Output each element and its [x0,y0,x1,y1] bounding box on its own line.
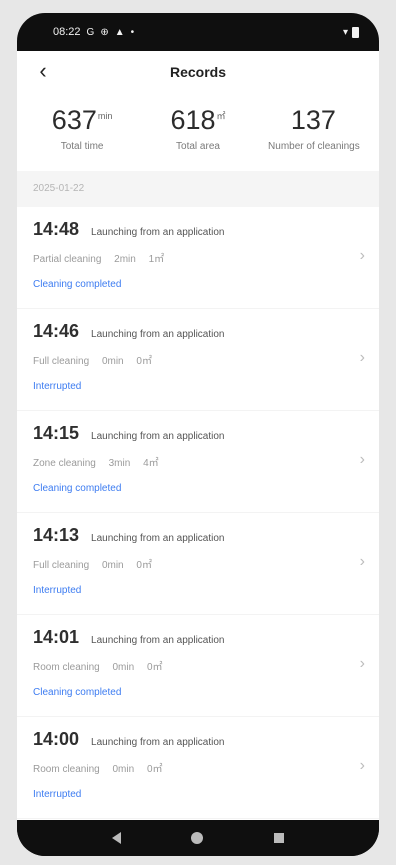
record-meta: Partial cleaning 2min 1㎡ [33,250,363,265]
record-status: Interrupted [33,585,82,596]
record-status: Cleaning completed [33,687,122,698]
stat-value: 618 [170,105,216,135]
stat-label: Total area [176,141,220,152]
record-source: Launching from an application [91,431,225,442]
record-mode: Partial cleaning [33,254,102,265]
nav-back-icon[interactable] [112,832,122,844]
record-item[interactable]: 14:00 Launching from an application Room… [17,717,379,819]
page-title: Records [169,64,227,80]
phone-frame: 08:22 G ⊕ ▲ • ▾ ‹ Records 637min Total t… [17,13,379,856]
chevron-right-icon: › [359,553,365,570]
wifi-icon: ▾ [342,26,348,38]
record-item[interactable]: 14:15 Launching from an application Zone… [17,411,379,513]
nav-home-icon[interactable] [191,832,204,844]
chevron-right-icon: › [359,451,365,468]
record-time: 14:13 [33,525,80,545]
record-status: Cleaning completed [33,279,122,290]
records-list: 14:48 Launching from an application Part… [17,207,379,819]
record-status: Interrupted [33,381,82,392]
record-mode: Zone cleaning [33,458,96,469]
record-time: 14:46 [33,321,80,341]
record-time: 14:48 [33,219,80,239]
record-source: Launching from an application [91,635,225,646]
record-meta: Room cleaning 0min 0㎡ [33,658,363,673]
record-duration: 3min [108,458,131,469]
date-header: 2025-01-22 [17,171,379,207]
record-item[interactable]: 14:01 Launching from an application Room… [17,615,379,717]
status-time: 08:22 [53,26,81,38]
record-item[interactable]: 14:46 Launching from an application Full… [17,309,379,411]
record-duration: 0min [101,560,124,571]
record-status: Interrupted [33,789,82,800]
stat-value: 137 [290,105,336,135]
record-meta: Room cleaning 0min 0㎡ [33,760,363,775]
notification-icon: ▲ [114,26,125,38]
back-button[interactable]: ‹ [31,59,55,83]
stat-total-area: 618㎡ Total area [141,101,255,171]
record-area: 0㎡ [146,764,163,775]
record-item[interactable]: 14:13 Launching from an application Full… [17,513,379,615]
record-source: Launching from an application [91,533,225,544]
status-right: ▾ [342,26,359,38]
stat-label: Number of cleanings [268,141,360,152]
stat-label: Total time [60,141,104,152]
status-left: 08:22 G ⊕ ▲ • [53,26,134,38]
stat-number-of-cleanings: 137 Number of cleanings [257,101,371,171]
nav-recents-icon[interactable] [273,833,284,843]
record-status: Cleaning completed [33,483,122,494]
chevron-right-icon: › [359,349,365,366]
chevron-left-icon: ‹ [39,58,47,83]
record-time: 14:00 [33,729,80,749]
record-source: Launching from an application [91,227,225,238]
system-nav-bar [17,820,379,856]
battery-icon [352,26,359,38]
record-mode: Room cleaning [33,662,100,673]
record-meta: Zone cleaning 3min 4㎡ [33,454,363,469]
chevron-right-icon: › [359,247,365,264]
record-meta: Full cleaning 0min 0㎡ [33,352,363,367]
record-source: Launching from an application [91,737,225,748]
record-item[interactable]: 14:48 Launching from an application Part… [17,207,379,309]
header: ‹ Records [17,51,379,93]
record-source: Launching from an application [91,329,225,340]
settings-icon: ⊕ [100,26,109,38]
record-area: 4㎡ [143,458,159,469]
record-duration: 0min [112,764,135,775]
record-mode: Full cleaning [33,560,90,571]
google-icon: G [86,26,95,38]
record-area: 0㎡ [146,662,163,673]
record-time: 14:15 [33,423,80,443]
records-screen: ‹ Records 637min Total time 618㎡ Total a… [17,51,379,820]
record-time: 14:01 [33,627,80,647]
record-area: 1㎡ [148,254,165,265]
dot-icon: • [130,26,135,38]
record-mode: Room cleaning [33,764,100,775]
stat-unit: min [97,111,113,121]
record-duration: 0min [101,356,124,367]
record-area: 0㎡ [136,560,152,571]
stat-total-time: 637min Total time [25,101,139,171]
record-meta: Full cleaning 0min 0㎡ [33,556,363,571]
record-duration: 2min [114,254,136,265]
record-mode: Full cleaning [33,356,90,367]
stat-value: 637 [51,105,97,135]
stats-summary: 637min Total time 618㎡ Total area 137 Nu… [17,93,379,171]
record-area: 0㎡ [136,356,152,367]
chevron-right-icon: › [359,655,365,672]
record-duration: 0min [112,662,135,673]
status-bar: 08:22 G ⊕ ▲ • ▾ [17,13,379,51]
chevron-right-icon: › [359,757,365,774]
stat-unit: ㎡ [216,111,226,121]
